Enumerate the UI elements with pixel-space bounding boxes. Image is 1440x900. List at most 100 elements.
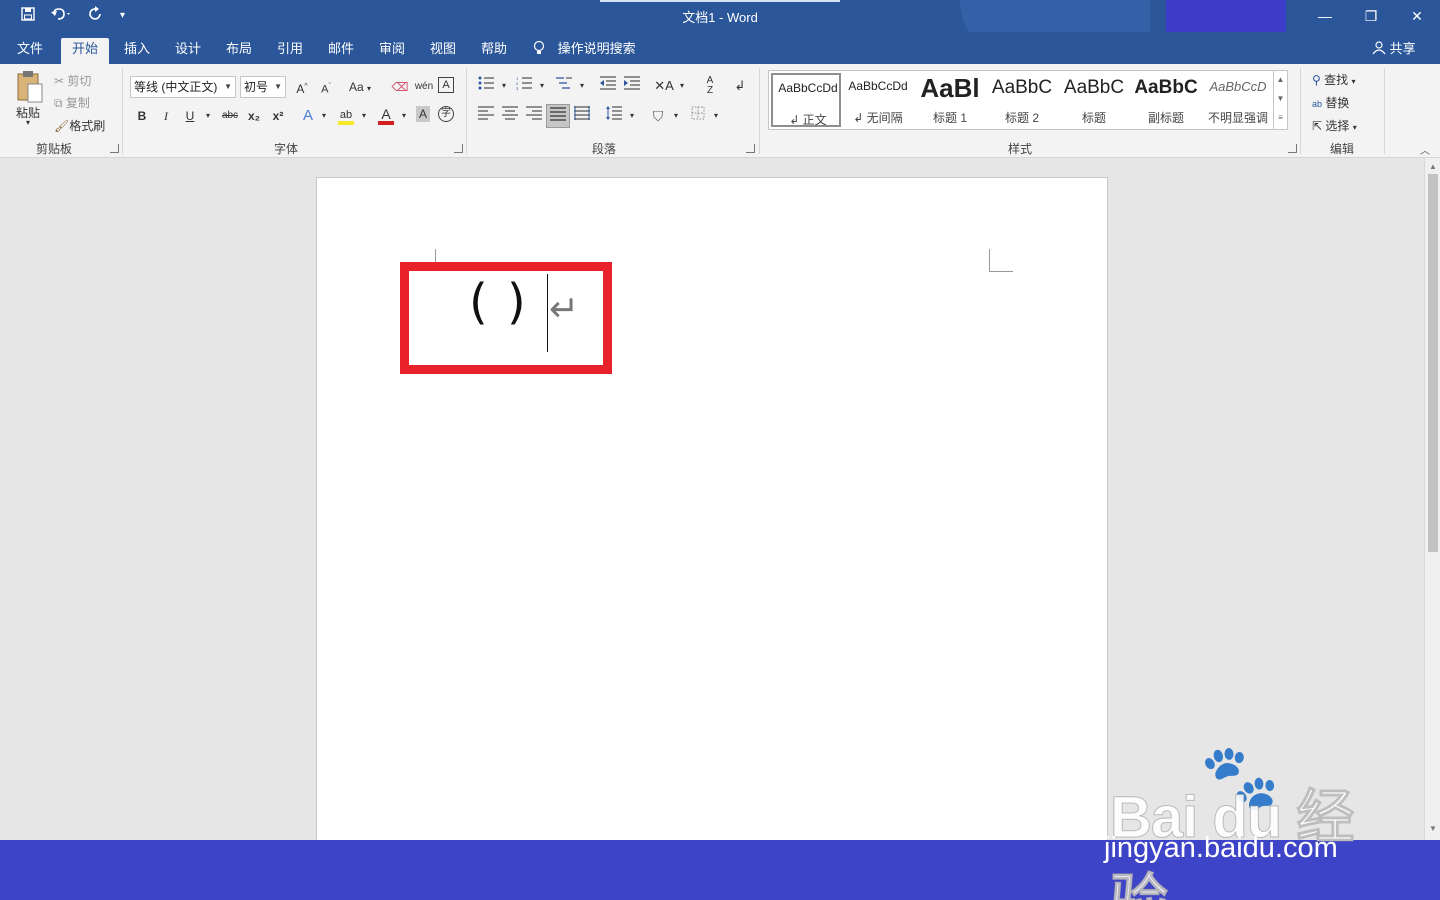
tab-file[interactable]: 文件 (6, 38, 54, 64)
search-icon: ⚲ (1312, 73, 1321, 87)
gallery-more-icon[interactable]: ≡ (1273, 109, 1287, 129)
gallery-up-icon[interactable]: ▲ (1273, 71, 1287, 90)
line-spacing-dropdown-icon[interactable]: ▾ (622, 106, 642, 126)
clear-formatting-icon[interactable]: ⌫ (390, 77, 410, 97)
bold-button[interactable]: B (132, 106, 152, 126)
phonetic-guide-icon[interactable]: wén (414, 77, 434, 97)
paragraph-launcher-icon[interactable] (746, 144, 755, 153)
tab-design[interactable]: 设计 (164, 38, 212, 64)
style-no-spacing[interactable]: AaBbCcDd ↲ 无间隔 (843, 73, 913, 127)
format-painter-button[interactable]: 🖌格式刷 (54, 117, 105, 134)
document-area: ( ) ↵ (0, 158, 1424, 847)
font-color-icon[interactable]: A (376, 104, 396, 125)
subscript-button[interactable]: x₂ (244, 106, 264, 126)
font-name-dropdown[interactable]: 等线 (中文正文) ▼ (130, 76, 236, 98)
gallery-down-icon[interactable]: ▼ (1273, 90, 1287, 109)
highlight-icon[interactable]: ab (336, 104, 356, 125)
clipboard-launcher-icon[interactable] (110, 144, 119, 153)
style-name: 不明显强调 (1207, 111, 1268, 125)
highlight-annotation-box (400, 262, 612, 374)
decrease-indent-icon[interactable] (598, 76, 618, 96)
underline-dropdown-icon[interactable]: ▾ (198, 106, 218, 126)
find-button[interactable]: ⚲ 查找 ▾ (1312, 71, 1356, 88)
font-color-dropdown-icon[interactable]: ▾ (394, 106, 414, 126)
bullets-dropdown-icon[interactable]: ▾ (494, 76, 514, 96)
enclose-characters-icon[interactable]: 字 (438, 106, 454, 122)
superscript-button[interactable]: x² (268, 106, 288, 126)
grow-font-button[interactable]: A^ (292, 77, 312, 97)
styles-group-label: 样式 (1007, 142, 1032, 156)
paragraph-group-label: 段落 (591, 142, 616, 156)
tell-me-label: 操作说明搜索 (557, 41, 636, 56)
style-sample: AaBbCcDd (778, 81, 838, 95)
tab-layout[interactable]: 布局 (215, 38, 263, 64)
scroll-down-icon[interactable]: ▼ (1425, 822, 1440, 836)
underline-button[interactable]: U (180, 106, 200, 126)
minimize-button[interactable]: — (1302, 0, 1348, 32)
strikethrough-button[interactable]: abc (218, 106, 242, 126)
tab-references[interactable]: 引用 (266, 38, 314, 64)
select-button[interactable]: ⇱ 选择 ▾ (1312, 117, 1357, 134)
close-button[interactable]: ✕ (1394, 0, 1440, 32)
increase-indent-icon[interactable] (622, 76, 642, 96)
chinese-layout-icon[interactable]: ✕A (654, 76, 674, 96)
tab-view[interactable]: 视图 (419, 38, 467, 64)
shading-icon[interactable]: ⛉ (648, 106, 668, 126)
character-shading-icon[interactable]: A (416, 106, 430, 122)
restore-button[interactable]: ❐ (1348, 0, 1394, 32)
style-heading-2[interactable]: AaBbC 标题 2 (987, 73, 1057, 127)
style-sample: AaBl (920, 73, 980, 103)
scrollbar-thumb[interactable] (1428, 174, 1438, 552)
tab-review[interactable]: 审阅 (368, 38, 416, 64)
bullets-icon[interactable] (476, 76, 496, 96)
align-center-icon[interactable] (500, 106, 520, 126)
italic-button[interactable]: I (156, 106, 176, 126)
styles-launcher-icon[interactable] (1288, 144, 1297, 153)
numbering-icon[interactable]: 123 (514, 76, 534, 96)
style-heading-1[interactable]: AaBl 标题 1 (915, 73, 985, 127)
style-subtitle[interactable]: AaBbC 副标题 (1131, 73, 1201, 127)
align-right-icon[interactable] (524, 106, 544, 126)
copy-button[interactable]: ⧉ 复制 (54, 94, 90, 111)
borders-dropdown-icon[interactable]: ▾ (706, 106, 726, 126)
justify-icon[interactable] (546, 104, 570, 128)
vertical-scrollbar[interactable]: ▲ ▼ (1424, 158, 1440, 840)
font-name-value: 等线 (中文正文) (134, 80, 218, 94)
chinese-layout-dropdown-icon[interactable]: ▾ (672, 76, 692, 96)
text-effects-dropdown-icon[interactable]: ▾ (314, 106, 334, 126)
numbering-dropdown-icon[interactable]: ▾ (532, 76, 552, 96)
cut-button[interactable]: ✂ 剪切 (54, 72, 91, 89)
tell-me-search[interactable]: 操作说明搜索 (532, 38, 636, 57)
multilevel-dropdown-icon[interactable]: ▾ (572, 76, 592, 96)
font-size-dropdown[interactable]: 初号 ▼ (240, 76, 286, 98)
sort-icon[interactable]: AZ (700, 76, 720, 96)
collapse-ribbon-icon[interactable]: ︿ (1420, 142, 1430, 157)
highlight-dropdown-icon[interactable]: ▾ (354, 106, 374, 126)
align-left-icon[interactable] (476, 106, 496, 126)
font-launcher-icon[interactable] (454, 144, 463, 153)
replace-button[interactable]: ab 替换 (1312, 94, 1349, 111)
character-border-icon[interactable]: A (438, 77, 454, 93)
style-sample: AaBbC (1134, 77, 1198, 98)
style-title[interactable]: AaBbC 标题 (1059, 73, 1129, 127)
tab-mailings[interactable]: 邮件 (317, 38, 365, 64)
style-normal[interactable]: AaBbCcDd ↲ 正文 (771, 73, 841, 127)
shrink-font-button[interactable]: Aˇ (316, 77, 336, 97)
change-case-button[interactable]: Aa ▾ (344, 77, 376, 97)
distributed-icon[interactable] (572, 106, 592, 126)
share-button[interactable]: 共享 (1372, 38, 1416, 57)
title-bar-overlay-block (1166, 0, 1286, 32)
multilevel-list-icon[interactable] (554, 76, 574, 96)
borders-icon[interactable] (688, 106, 708, 126)
paste-dropdown-icon[interactable]: ▾ (26, 118, 30, 127)
tab-insert[interactable]: 插入 (113, 38, 161, 64)
tab-home[interactable]: 开始 (61, 38, 110, 64)
group-separator (122, 68, 123, 154)
shading-dropdown-icon[interactable]: ▾ (666, 106, 686, 126)
tab-help[interactable]: 帮助 (470, 38, 518, 64)
show-marks-icon[interactable]: ↲ (730, 76, 750, 96)
style-subtle-emphasis[interactable]: AaBbCcD 不明显强调 (1203, 73, 1273, 127)
title-accent-line (600, 0, 840, 2)
line-spacing-icon[interactable] (604, 106, 624, 126)
scroll-up-icon[interactable]: ▲ (1425, 160, 1440, 174)
